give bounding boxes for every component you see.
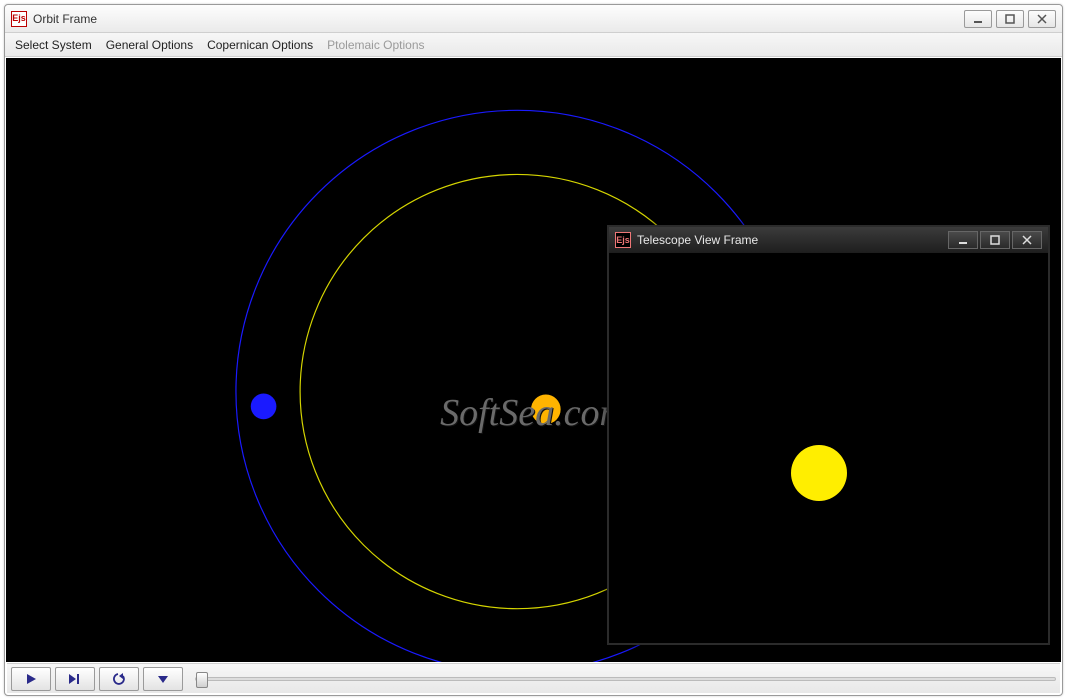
slider-thumb[interactable] [196, 672, 208, 688]
close-button[interactable] [1028, 10, 1056, 28]
telescope-maximize-button[interactable] [980, 231, 1010, 249]
telescope-app-icon: Ejs [615, 232, 631, 248]
maximize-icon [1004, 13, 1016, 25]
telescope-close-button[interactable] [1012, 231, 1042, 249]
menubar: Select System General Options Copernican… [5, 33, 1062, 57]
telescope-title: Telescope View Frame [637, 233, 758, 247]
menu-select-system[interactable]: Select System [15, 38, 92, 52]
telescope-window[interactable]: Ejs Telescope View Frame [607, 225, 1050, 645]
telescope-minimize-button[interactable] [948, 231, 978, 249]
close-icon [1021, 235, 1033, 245]
chevron-down-icon [157, 673, 169, 685]
telescope-canvas[interactable] [611, 255, 1046, 641]
menu-general-options[interactable]: General Options [106, 38, 193, 52]
menu-copernican-options[interactable]: Copernican Options [207, 38, 313, 52]
telescope-sun [791, 445, 847, 501]
maximize-icon [989, 235, 1001, 245]
play-button[interactable] [11, 667, 51, 691]
minimize-button[interactable] [964, 10, 992, 28]
telescope-titlebar[interactable]: Ejs Telescope View Frame [609, 227, 1048, 253]
app-icon: Ejs [11, 11, 27, 27]
step-icon [68, 673, 82, 685]
time-slider[interactable] [195, 677, 1056, 681]
toolbar [7, 663, 1060, 693]
options-button[interactable] [143, 667, 183, 691]
reset-button[interactable] [99, 667, 139, 691]
titlebar: Ejs Orbit Frame [5, 5, 1062, 33]
menu-ptolemaic-options: Ptolemaic Options [327, 38, 424, 52]
minimize-icon [957, 235, 969, 245]
close-icon [1036, 13, 1048, 25]
minimize-icon [972, 13, 984, 25]
play-icon [25, 673, 37, 685]
step-button[interactable] [55, 667, 95, 691]
window-title: Orbit Frame [33, 12, 97, 26]
slider-track[interactable] [195, 677, 1056, 681]
planet-body [251, 394, 277, 420]
sun-body [531, 395, 561, 425]
maximize-button[interactable] [996, 10, 1024, 28]
reset-icon [112, 673, 126, 685]
